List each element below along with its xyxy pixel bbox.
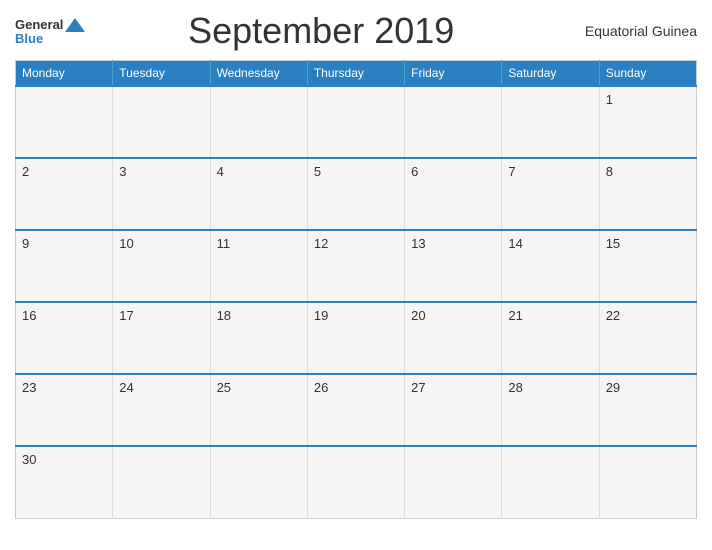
calendar-day: 4	[210, 158, 307, 230]
week-row: 23242526272829	[16, 374, 697, 446]
calendar-day	[210, 86, 307, 158]
logo: General Blue	[15, 18, 85, 45]
calendar-day: 17	[113, 302, 210, 374]
calendar-day: 22	[599, 302, 696, 374]
calendar-day	[502, 446, 599, 518]
calendar-day: 3	[113, 158, 210, 230]
day-headers-row: Monday Tuesday Wednesday Thursday Friday…	[16, 61, 697, 87]
calendar-day: 6	[405, 158, 502, 230]
calendar-day: 25	[210, 374, 307, 446]
calendar-day	[113, 86, 210, 158]
calendar-day: 14	[502, 230, 599, 302]
header-monday: Monday	[16, 61, 113, 87]
header-saturday: Saturday	[502, 61, 599, 87]
calendar-day	[307, 446, 404, 518]
week-row: 2345678	[16, 158, 697, 230]
calendar-day: 30	[16, 446, 113, 518]
calendar-day: 19	[307, 302, 404, 374]
calendar-day: 20	[405, 302, 502, 374]
calendar-day: 21	[502, 302, 599, 374]
calendar-table: Monday Tuesday Wednesday Thursday Friday…	[15, 60, 697, 519]
calendar-day	[210, 446, 307, 518]
logo-icon	[65, 18, 85, 32]
header-friday: Friday	[405, 61, 502, 87]
calendar-container: General Blue September 2019 Equatorial G…	[0, 0, 712, 550]
calendar-day: 11	[210, 230, 307, 302]
month-title: September 2019	[85, 10, 557, 52]
week-row: 16171819202122	[16, 302, 697, 374]
calendar-day	[113, 446, 210, 518]
header-wednesday: Wednesday	[210, 61, 307, 87]
calendar-day: 27	[405, 374, 502, 446]
calendar-day: 2	[16, 158, 113, 230]
calendar-day	[307, 86, 404, 158]
calendar-day: 26	[307, 374, 404, 446]
calendar-day: 18	[210, 302, 307, 374]
calendar-day	[405, 446, 502, 518]
week-row: 30	[16, 446, 697, 518]
calendar-day: 7	[502, 158, 599, 230]
calendar-day: 23	[16, 374, 113, 446]
calendar-day: 28	[502, 374, 599, 446]
header-sunday: Sunday	[599, 61, 696, 87]
calendar-header: General Blue September 2019 Equatorial G…	[15, 10, 697, 52]
logo-general-text: General	[15, 18, 63, 31]
week-row: 1	[16, 86, 697, 158]
week-row: 9101112131415	[16, 230, 697, 302]
country-name: Equatorial Guinea	[557, 23, 697, 39]
calendar-day	[599, 446, 696, 518]
logo-blue-text: Blue	[15, 32, 43, 45]
calendar-day: 5	[307, 158, 404, 230]
calendar-day	[16, 86, 113, 158]
calendar-day	[405, 86, 502, 158]
calendar-day: 15	[599, 230, 696, 302]
calendar-day: 8	[599, 158, 696, 230]
calendar-day: 29	[599, 374, 696, 446]
calendar-day: 13	[405, 230, 502, 302]
calendar-day: 24	[113, 374, 210, 446]
calendar-day: 1	[599, 86, 696, 158]
calendar-day: 12	[307, 230, 404, 302]
calendar-day: 16	[16, 302, 113, 374]
header-thursday: Thursday	[307, 61, 404, 87]
calendar-day: 9	[16, 230, 113, 302]
calendar-day: 10	[113, 230, 210, 302]
calendar-day	[502, 86, 599, 158]
header-tuesday: Tuesday	[113, 61, 210, 87]
